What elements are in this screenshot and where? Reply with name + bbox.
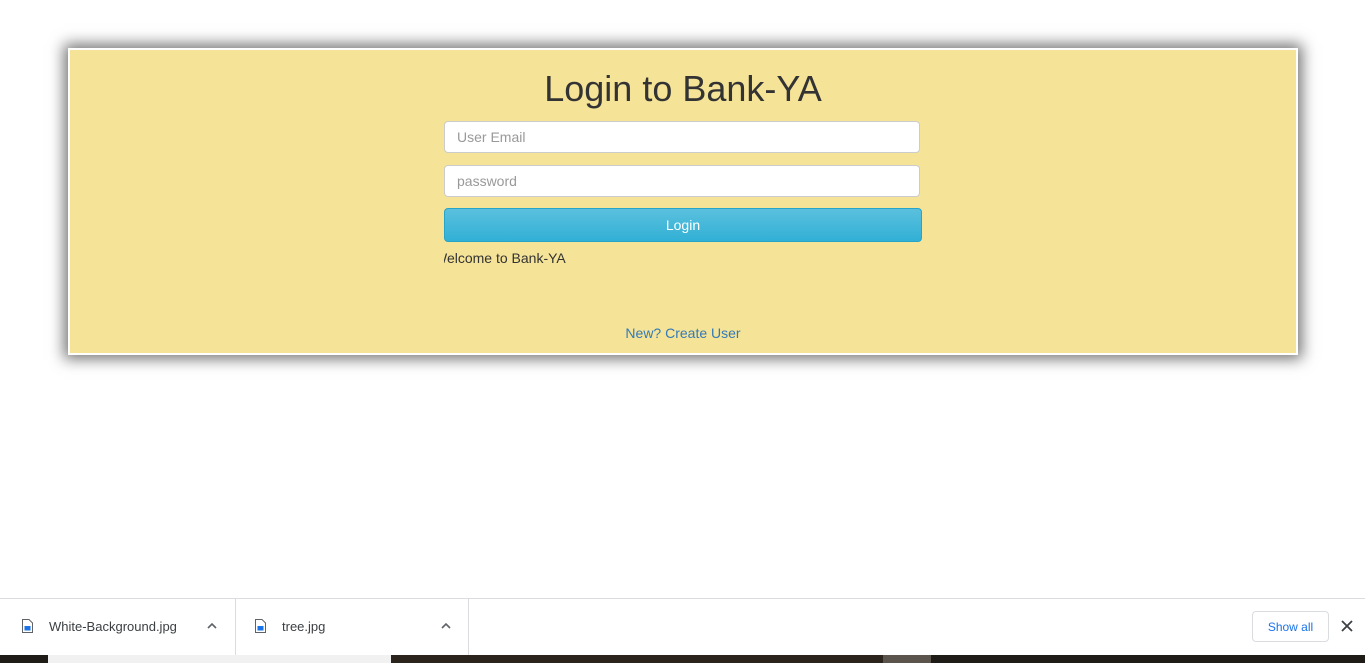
image-file-icon xyxy=(22,619,33,633)
welcome-marquee-text: Welcome to Bank-YA xyxy=(444,250,566,266)
taskbar-segment xyxy=(883,655,931,663)
login-panel: Login to Bank-YA Login Welcome to Bank-Y… xyxy=(68,48,1298,355)
taskbar xyxy=(0,655,1365,663)
welcome-marquee: Welcome to Bank-YA xyxy=(444,250,922,270)
download-shelf: White-Background.jpg tree.jpg Show all xyxy=(0,598,1365,655)
login-title: Login to Bank-YA xyxy=(544,68,822,109)
create-user-link[interactable]: New? Create User xyxy=(70,325,1296,341)
password-field[interactable] xyxy=(444,165,920,197)
taskbar-segment xyxy=(48,655,391,663)
show-all-button[interactable]: Show all xyxy=(1252,611,1329,642)
image-file-icon xyxy=(255,619,266,633)
download-item[interactable]: tree.jpg xyxy=(237,599,469,655)
email-field[interactable] xyxy=(444,121,920,153)
taskbar-segment xyxy=(391,655,883,663)
close-icon[interactable] xyxy=(1340,619,1354,633)
chevron-up-icon[interactable] xyxy=(439,619,453,633)
chevron-up-icon[interactable] xyxy=(205,619,219,633)
page: Login to Bank-YA Login Welcome to Bank-Y… xyxy=(0,0,1365,663)
download-file-name: White-Background.jpg xyxy=(49,619,177,634)
download-file-name: tree.jpg xyxy=(282,619,326,634)
download-item[interactable]: White-Background.jpg xyxy=(0,599,236,655)
login-button[interactable]: Login xyxy=(444,208,922,242)
